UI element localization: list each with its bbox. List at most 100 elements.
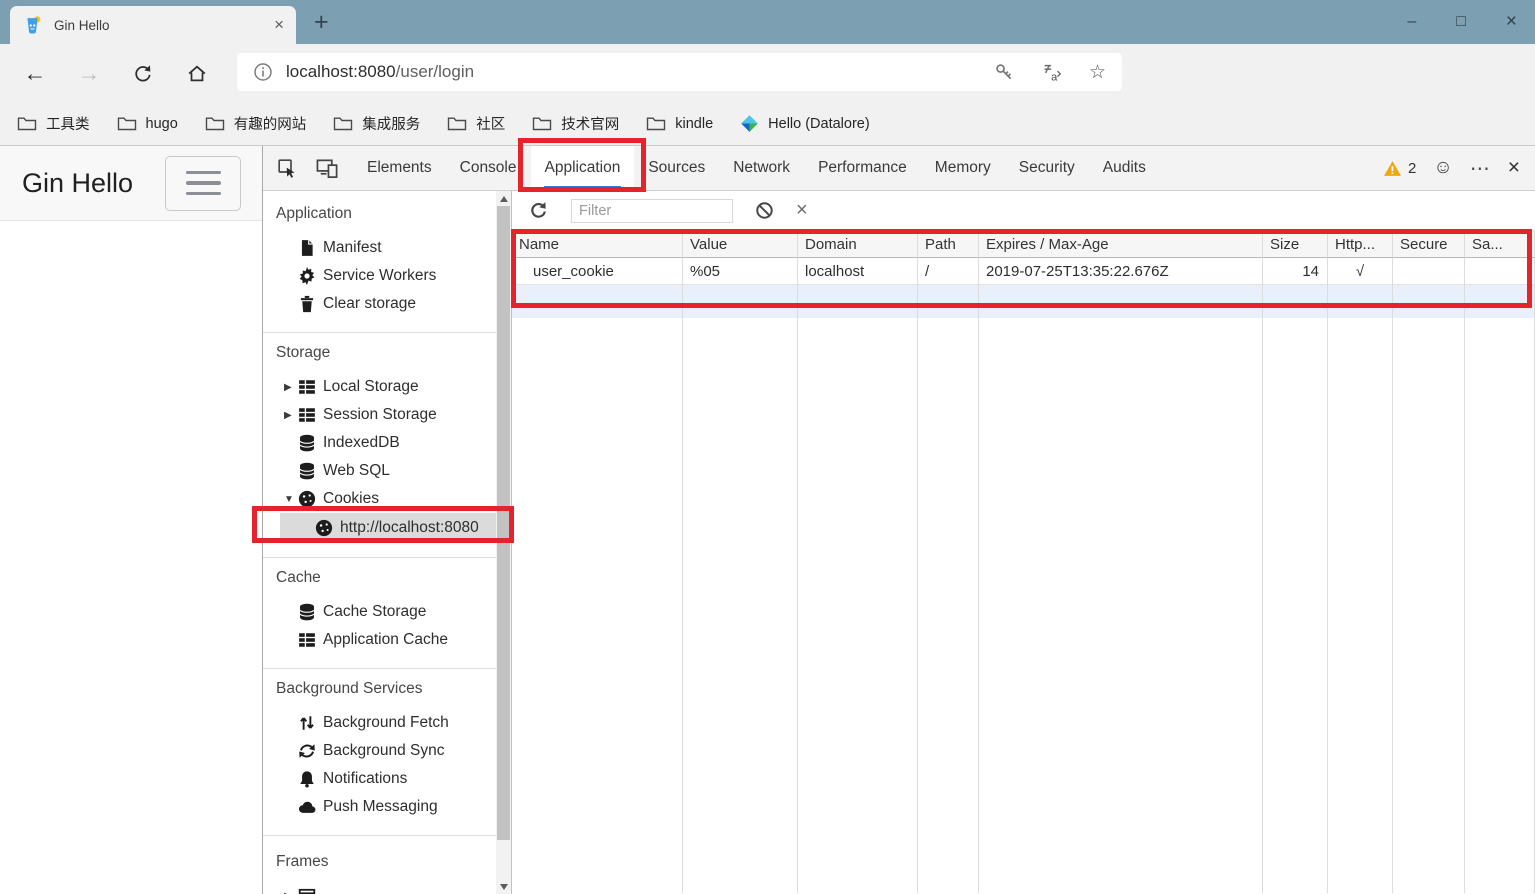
column-header-value[interactable]: Value (683, 231, 798, 258)
new-tab-button[interactable]: + (314, 8, 329, 37)
column-header-samesite[interactable]: Sa... (1465, 231, 1535, 258)
empty-selected-row-cell[interactable] (1328, 285, 1393, 318)
expander-icon[interactable]: ▶ (284, 382, 298, 393)
empty-selected-row-cell[interactable] (1393, 285, 1465, 318)
cookie-cell-httponly-check[interactable]: √ (1328, 258, 1393, 285)
device-toolbar-icon[interactable] (316, 157, 339, 180)
bookmark-folder[interactable]: 工具类 (17, 113, 90, 134)
column-header-domain[interactable]: Domain (798, 231, 918, 258)
home-button[interactable] (170, 60, 224, 87)
empty-selected-row-cell[interactable] (512, 285, 683, 318)
tab-memory[interactable]: Memory (921, 146, 1005, 190)
column-header-secure[interactable]: Secure (1393, 231, 1465, 258)
empty-selected-row-cell[interactable] (683, 285, 798, 318)
sidebar-item-clear-storage[interactable]: Clear storage (263, 290, 498, 318)
translate-icon[interactable] (1041, 61, 1063, 83)
bookmark-folder[interactable]: 集成服务 (333, 113, 420, 134)
bookmark-folder[interactable]: 技术官网 (532, 113, 619, 134)
empty-selected-row-cell[interactable] (918, 285, 979, 318)
key-icon[interactable] (994, 62, 1015, 83)
item-label: Cookies (323, 490, 379, 508)
maximize-button[interactable]: □ (1456, 13, 1466, 31)
refresh-icon[interactable] (528, 200, 549, 221)
sidebar-item-application-cache[interactable]: Application Cache (263, 626, 498, 654)
inspect-element-icon[interactable] (277, 158, 298, 179)
sidebar-item-push-messaging[interactable]: Push Messaging (263, 793, 498, 821)
column-header-path[interactable]: Path (918, 231, 979, 258)
tab-elements[interactable]: Elements (353, 146, 446, 190)
sidebar-item-local-storage[interactable]: ▶Local Storage (263, 373, 498, 401)
browser-tab[interactable]: Gin Hello × (10, 6, 296, 44)
delete-selected-icon[interactable]: × (796, 199, 808, 222)
item-label: Application Cache (323, 631, 448, 649)
scroll-up-arrow[interactable] (496, 191, 511, 206)
sidebar-item-notifications[interactable]: Notifications (263, 765, 498, 793)
sidebar-item-cookies[interactable]: ▼ Cookies (263, 485, 498, 513)
column-header-httponly[interactable]: Http... (1328, 231, 1393, 258)
expander-icon[interactable]: ▶ (284, 891, 298, 894)
add-favorite-star-icon[interactable]: ☆ (1089, 61, 1106, 84)
navbar-toggler-button[interactable] (165, 156, 241, 211)
sidebar-item-background-fetch[interactable]: Background Fetch (263, 709, 498, 737)
devtools-close-icon[interactable]: × (1508, 156, 1520, 180)
sidebar-scrollbar[interactable] (496, 191, 511, 894)
cookie-cell-domain[interactable]: localhost (798, 258, 918, 285)
tab-security[interactable]: Security (1005, 146, 1089, 190)
column-header-name[interactable]: Name (512, 231, 683, 258)
forward-button[interactable]: → (62, 60, 116, 87)
bookmark-folder[interactable]: hugo (117, 115, 178, 132)
cookie-cell-name[interactable]: user_cookie (512, 258, 683, 285)
tab-performance[interactable]: Performance (804, 146, 921, 190)
bookmark-folder[interactable]: 有趣的网站 (205, 113, 307, 134)
devtools-menu-icon[interactable]: ⋯ (1470, 156, 1491, 181)
empty-selected-row-cell[interactable] (1263, 285, 1328, 318)
cookie-cell-path[interactable]: / (918, 258, 979, 285)
tab-network[interactable]: Network (719, 146, 804, 190)
window-close-button[interactable]: × (1506, 11, 1517, 33)
url-text[interactable]: localhost:8080/user/login (286, 62, 474, 82)
sidebar-item-manifest[interactable]: Manifest (263, 234, 498, 262)
bookmark-label: kindle (675, 116, 713, 132)
tab-close-icon[interactable]: × (274, 15, 284, 35)
item-label: Clear storage (323, 295, 416, 313)
section-title: Cache (263, 564, 498, 592)
sidebar-item-cookie-origin-localhost[interactable]: http://localhost:8080 (280, 513, 498, 543)
sidebar-item-frame-top[interactable]: ▶ (263, 882, 498, 894)
clear-all-icon[interactable] (755, 201, 774, 220)
cookie-cell-expires[interactable]: 2019-07-25T13:35:22.676Z (979, 258, 1263, 285)
reload-button[interactable] (116, 60, 170, 87)
site-info-icon[interactable] (253, 62, 273, 82)
sidebar-item-background-sync[interactable]: Background Sync (263, 737, 498, 765)
cookie-cell-size[interactable]: 14 (1263, 258, 1328, 285)
tab-audits[interactable]: Audits (1089, 146, 1160, 190)
back-button[interactable]: ← (8, 60, 62, 87)
bookmark-datalore[interactable]: Hello (Datalore) (740, 114, 870, 133)
expander-icon[interactable]: ▼ (284, 494, 298, 505)
sidebar-item-service-workers[interactable]: Service Workers (263, 262, 498, 290)
cookie-cell-value[interactable]: %05 (683, 258, 798, 285)
scroll-down-arrow[interactable] (496, 879, 511, 894)
column-header-expires[interactable]: Expires / Max-Age (979, 231, 1263, 258)
address-bar[interactable]: localhost:8080/user/login ☆ (237, 53, 1122, 91)
expander-icon[interactable]: ▶ (284, 410, 298, 421)
cookie-cell-samesite[interactable] (1465, 258, 1535, 285)
tab-sources[interactable]: Sources (634, 146, 719, 190)
bookmark-folder[interactable]: 社区 (447, 113, 505, 134)
sidebar-item-indexeddb[interactable]: IndexedDB (263, 429, 498, 457)
scrollbar-thumb[interactable] (497, 206, 510, 840)
console-warning-badge[interactable]: 2 (1383, 160, 1416, 177)
empty-selected-row-cell[interactable] (979, 285, 1263, 318)
devtools-feedback-icon[interactable]: ☺ (1433, 157, 1452, 179)
bookmark-folder[interactable]: kindle (646, 115, 713, 132)
cookie-cell-secure[interactable] (1393, 258, 1465, 285)
column-header-size[interactable]: Size (1263, 231, 1328, 258)
tab-console[interactable]: Console (446, 146, 531, 190)
sidebar-item-session-storage[interactable]: ▶Session Storage (263, 401, 498, 429)
empty-selected-row-cell[interactable] (1465, 285, 1535, 318)
minimize-button[interactable]: – (1407, 13, 1416, 31)
empty-selected-row-cell[interactable] (798, 285, 918, 318)
sidebar-item-cache-storage[interactable]: Cache Storage (263, 598, 498, 626)
sidebar-item-web-sql[interactable]: Web SQL (263, 457, 498, 485)
filter-input[interactable] (571, 199, 733, 223)
tab-application[interactable]: Application (531, 146, 635, 190)
